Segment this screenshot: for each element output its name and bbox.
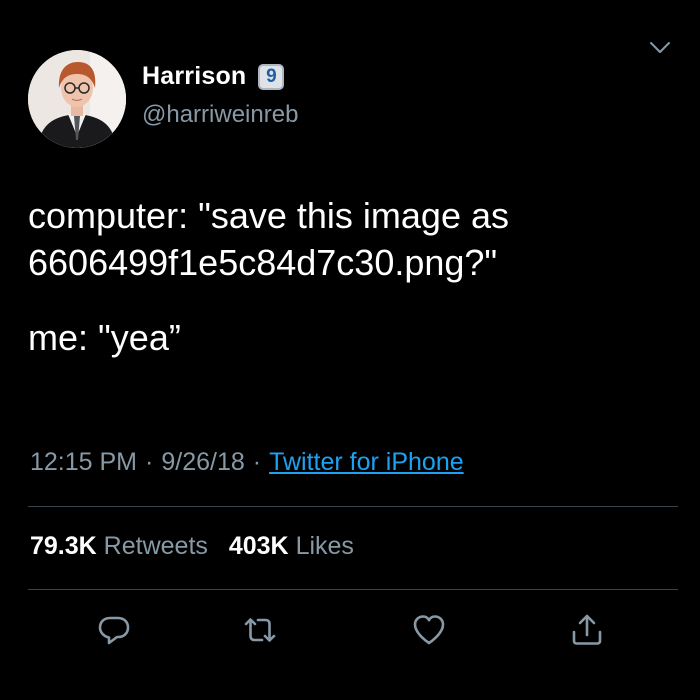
- tweet-text: computer: "save this image as 6606499f1e…: [28, 192, 678, 361]
- reply-button[interactable]: [96, 612, 132, 648]
- source-link[interactable]: Twitter for iPhone: [269, 448, 464, 476]
- share-button[interactable]: [569, 612, 605, 648]
- retweets-count: 79.3K: [30, 532, 97, 560]
- chevron-down-icon[interactable]: [648, 40, 672, 56]
- tweet-time: 12:15 PM: [30, 448, 138, 476]
- likes-count: 403K: [228, 532, 289, 560]
- like-button[interactable]: [411, 612, 447, 648]
- reply-icon: [96, 612, 132, 648]
- display-name[interactable]: Harrison: [142, 62, 246, 91]
- tweet-meta: 12:15 PM · 9/26/18 · Twitter for iPhone: [30, 448, 464, 477]
- meta-separator: ·: [145, 448, 154, 476]
- meta-separator: ·: [252, 448, 262, 476]
- avatar[interactable]: [28, 50, 126, 148]
- tweet-text-line: 6606499f1e5c84d7c30.png?": [28, 242, 498, 283]
- user-handle[interactable]: @harriweinreb: [142, 101, 298, 129]
- tweet-date: 9/26/18: [161, 448, 245, 476]
- retweet-icon: [242, 612, 278, 648]
- divider: [28, 506, 678, 507]
- retweets-label: Retweets: [103, 532, 208, 560]
- retweets-stat[interactable]: 79.3K Retweets: [30, 532, 215, 560]
- tweet-text-line: computer: "save this image as: [28, 195, 509, 236]
- share-icon: [569, 612, 605, 648]
- author-name-row[interactable]: Harrison 9: [142, 62, 285, 91]
- keycap-badge: 9: [258, 63, 285, 90]
- likes-stat[interactable]: 403K Likes: [229, 532, 354, 560]
- tweet-card: Harrison 9 @harriweinreb computer: "save…: [0, 0, 700, 700]
- retweet-button[interactable]: [242, 612, 278, 648]
- likes-label: Likes: [295, 532, 354, 560]
- like-icon: [411, 612, 447, 648]
- tweet-text-line: me: "yea”: [28, 317, 181, 358]
- engagement-stats: 79.3K Retweets 403K Likes: [30, 532, 354, 561]
- divider: [28, 589, 678, 590]
